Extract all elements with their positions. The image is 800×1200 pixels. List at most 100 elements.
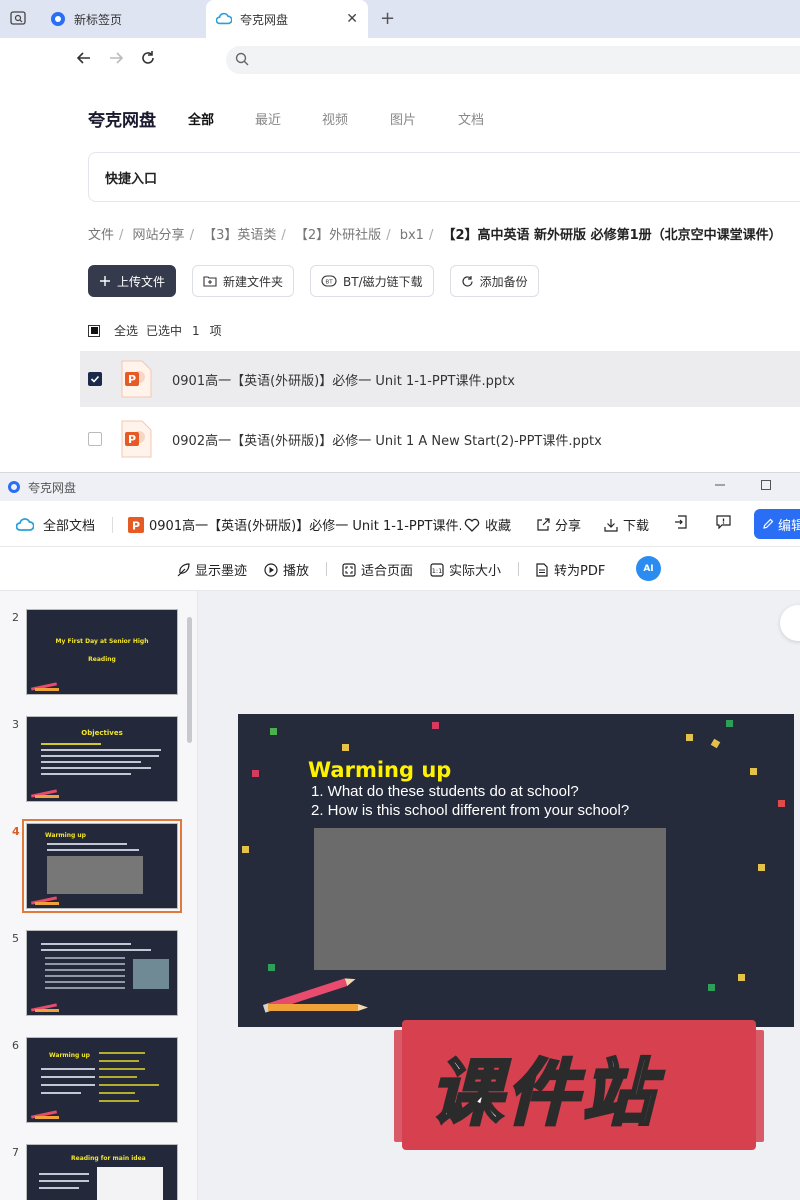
slide-thumbnail[interactable]: Reading for main idea (26, 1144, 178, 1200)
minimize-icon[interactable] (714, 479, 726, 494)
tab-label: 新标签页 (74, 12, 123, 27)
watermark-stamp: 课件站 (394, 1020, 764, 1150)
slide-thumbnail[interactable]: Objectives (26, 716, 178, 802)
new-tab-button[interactable]: + (380, 8, 395, 29)
breadcrumb-item[interactable]: bx1 (400, 228, 424, 243)
nav-tab-document[interactable]: 文档 (458, 109, 484, 128)
action-bar: 上传文件 新建文件夹 BT BT/磁力链下载 添加备份 (88, 265, 555, 297)
thumbnail-number: 6 (12, 1039, 19, 1052)
svg-text:P: P (128, 433, 136, 446)
tab-quark-pan[interactable]: 夸克网盘 ✕ (206, 0, 368, 38)
share-icon (536, 517, 550, 532)
thumbnail-number: 4 (12, 825, 20, 838)
download-button[interactable]: 下载 (604, 515, 649, 534)
favorite-button[interactable]: 收藏 (464, 515, 511, 534)
maximize-icon[interactable] (760, 479, 772, 494)
browser-logo-icon (50, 11, 66, 27)
thumbnail-scrollbar[interactable] (187, 617, 192, 743)
thumbnail-title: Warming up (45, 832, 86, 839)
breadcrumb-item[interactable]: 文件 (88, 228, 114, 243)
quick-access-label: 快捷入口 (105, 172, 158, 187)
feedback-icon[interactable] (716, 515, 731, 529)
back-icon[interactable] (76, 50, 92, 71)
tab-search-icon[interactable] (10, 10, 26, 30)
nav-tab-recent[interactable]: 最近 (255, 109, 281, 128)
current-slide[interactable]: Warming up 1. What do these students do … (238, 714, 794, 1027)
watermark-text: 课件站 (428, 1050, 659, 1137)
svg-text:P: P (132, 519, 140, 532)
selection-bar: 全选 已选中 1 项 (88, 322, 222, 339)
search-icon (234, 51, 250, 71)
file-row[interactable]: P 0901高一【英语(外研版)】必修一 Unit 1-1-PPT课件.pptx (80, 351, 800, 407)
doc-title: 0901高一【英语(外研版)】必修一 Unit 1-1-PPT课件.pptx (149, 519, 461, 534)
quick-access-panel[interactable]: 快捷入口 (88, 152, 800, 202)
actual-size-icon: 1:1 (430, 562, 444, 577)
file-row[interactable]: P 0902高一【英语(外研版)】必修一 Unit 1 A New Start(… (80, 411, 800, 467)
show-ink-button[interactable]: 显示墨迹 (176, 560, 247, 579)
actual-size-button[interactable]: 1:1 实际大小 (430, 560, 501, 579)
slide-thumbnail[interactable]: Warming up (26, 1037, 178, 1123)
file-checkbox[interactable] (88, 372, 102, 386)
thumbnail-number: 2 (12, 611, 19, 624)
selected-count: 1 (192, 323, 200, 338)
export-icon[interactable] (674, 515, 688, 529)
all-docs-button[interactable]: 全部文档 (16, 515, 95, 534)
breadcrumb-item[interactable]: 【2】外研社版 (295, 228, 381, 243)
svg-text:P: P (128, 373, 136, 386)
thumbnail-title: Objectives (81, 729, 123, 737)
share-button[interactable]: 分享 (536, 515, 581, 534)
forward-icon[interactable] (108, 50, 124, 71)
nav-tab-image[interactable]: 图片 (390, 109, 416, 128)
breadcrumb-item[interactable]: 【3】英语类 (203, 228, 276, 243)
new-folder-icon (203, 275, 217, 287)
select-all-checkbox[interactable] (88, 324, 100, 337)
nav-tab-all[interactable]: 全部 (188, 109, 214, 128)
slide-thumbnail-current[interactable]: Warming up (22, 819, 182, 913)
address-bar (0, 38, 800, 82)
app-logo-icon (8, 481, 20, 493)
upload-file-button[interactable]: 上传文件 (88, 265, 177, 297)
feather-icon (176, 562, 190, 577)
fit-page-button[interactable]: 适合页面 (342, 560, 413, 579)
select-all-label[interactable]: 全选 (114, 322, 138, 339)
convert-pdf-button[interactable]: 转为PDF (535, 560, 605, 579)
pdf-convert-icon (535, 562, 549, 577)
close-tab-icon[interactable]: ✕ (346, 11, 358, 27)
tab-new-tab[interactable]: 新标签页 (40, 0, 200, 38)
thumbnail-title: My First Day at Senior High (55, 638, 149, 645)
doc-title-tab[interactable]: P 0901高一【英语(外研版)】必修一 Unit 1-1-PPT课件.pptx (128, 515, 461, 534)
slide-question: 2. How is this school different from you… (311, 802, 630, 819)
selected-unit: 项 (209, 324, 222, 338)
pencil-illustration (268, 1004, 368, 1011)
bt-magnet-download-button[interactable]: BT BT/磁力链下载 (310, 265, 434, 297)
cloud-icon (16, 517, 34, 532)
add-backup-button[interactable]: 添加备份 (449, 265, 539, 297)
new-folder-button[interactable]: 新建文件夹 (192, 265, 295, 297)
bt-icon: BT (321, 275, 337, 287)
slide-thumbnail[interactable]: My First Day at Senior High Reading (26, 609, 178, 695)
cloud-icon (216, 11, 232, 27)
slide-thumbnail[interactable] (26, 930, 178, 1016)
file-name[interactable]: 0902高一【英语(外研版)】必修一 Unit 1 A New Start(2)… (172, 430, 602, 449)
tab-label: 夸克网盘 (240, 12, 289, 27)
viewer-window-title: 夸克网盘 (28, 480, 77, 495)
edit-button[interactable]: 编辑 (754, 509, 800, 539)
slide-toolbar: 显示墨迹 播放 适合页面 1:1 实际大小 转为PDF AI (0, 547, 800, 591)
plus-icon (99, 275, 111, 287)
play-button[interactable]: 播放 (264, 560, 309, 579)
ai-assistant-button[interactable]: AI (636, 556, 661, 581)
breadcrumb-item[interactable]: 网站分享 (133, 228, 185, 243)
download-icon (604, 518, 618, 532)
file-name[interactable]: 0901高一【英语(外研版)】必修一 Unit 1-1-PPT课件.pptx (172, 370, 515, 389)
svg-text:BT: BT (325, 280, 333, 286)
svg-text:1:1: 1:1 (432, 567, 442, 575)
file-checkbox[interactable] (88, 432, 102, 446)
url-input[interactable] (226, 46, 800, 74)
pan-logo[interactable]: 夸克网盘 (88, 106, 156, 131)
nav-tab-video[interactable]: 视频 (322, 109, 348, 128)
thumbnail-title: Reading for main idea (71, 1155, 146, 1162)
slide-question: 1. What do these students do at school? (311, 783, 579, 800)
reload-icon[interactable] (140, 50, 156, 71)
slide-title: Warming up (308, 758, 452, 782)
side-tool-button[interactable] (780, 605, 800, 641)
